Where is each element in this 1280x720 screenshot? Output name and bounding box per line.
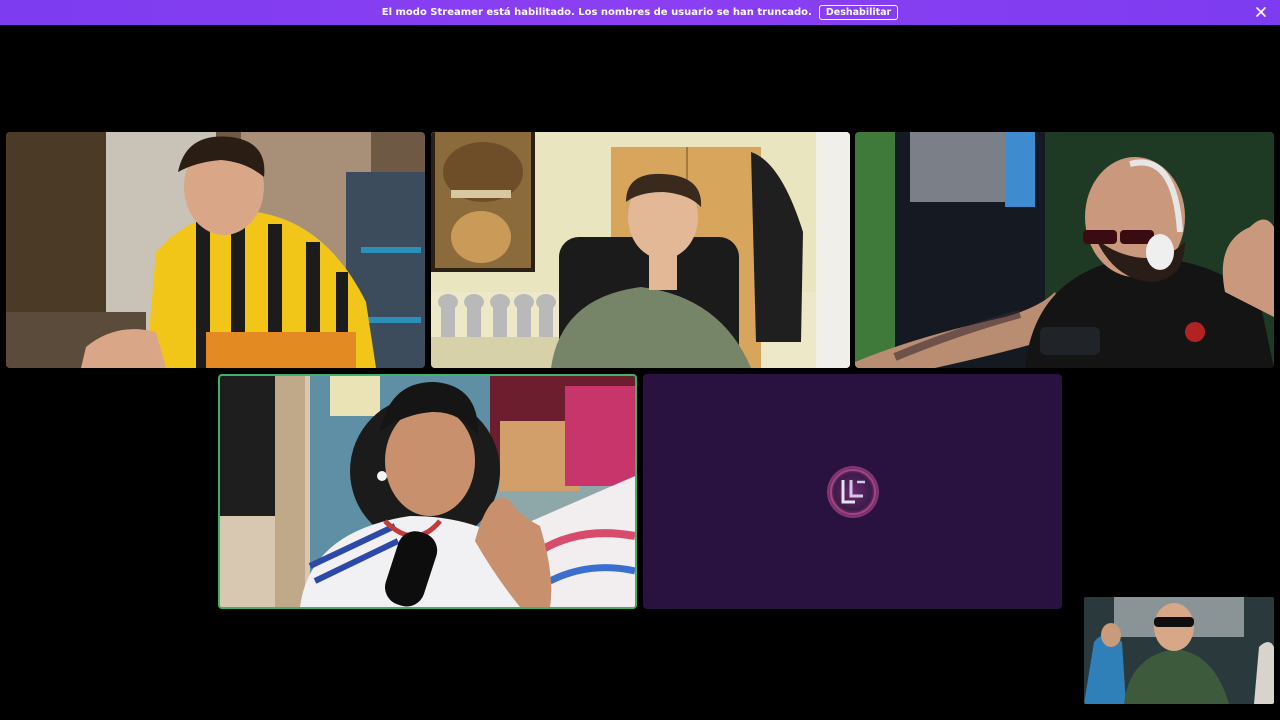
participant-video-tile[interactable] [6,132,425,368]
participant-video [855,132,1274,368]
disable-streamer-mode-button[interactable]: Deshabilitar [818,5,899,20]
participant-video-tile[interactable] [431,132,850,368]
streamer-mode-notice: El modo Streamer está habilitado. Los no… [0,0,1280,25]
participant-video [431,132,850,368]
close-icon[interactable] [1254,5,1268,19]
participant-video-tile[interactable] [855,132,1274,368]
voice-call-window: El modo Streamer está habilitado. Los no… [0,0,1280,720]
participant-video-tile-speaking[interactable] [218,374,637,609]
streamer-mode-message: El modo Streamer está habilitado. Los no… [381,7,812,18]
pip-video [1084,597,1274,704]
picture-in-picture-video[interactable] [1084,597,1274,704]
participant-video [6,132,425,368]
participant-avatar-tile[interactable] [643,374,1062,609]
participant-video [220,376,635,607]
user-avatar-icon [826,465,879,518]
